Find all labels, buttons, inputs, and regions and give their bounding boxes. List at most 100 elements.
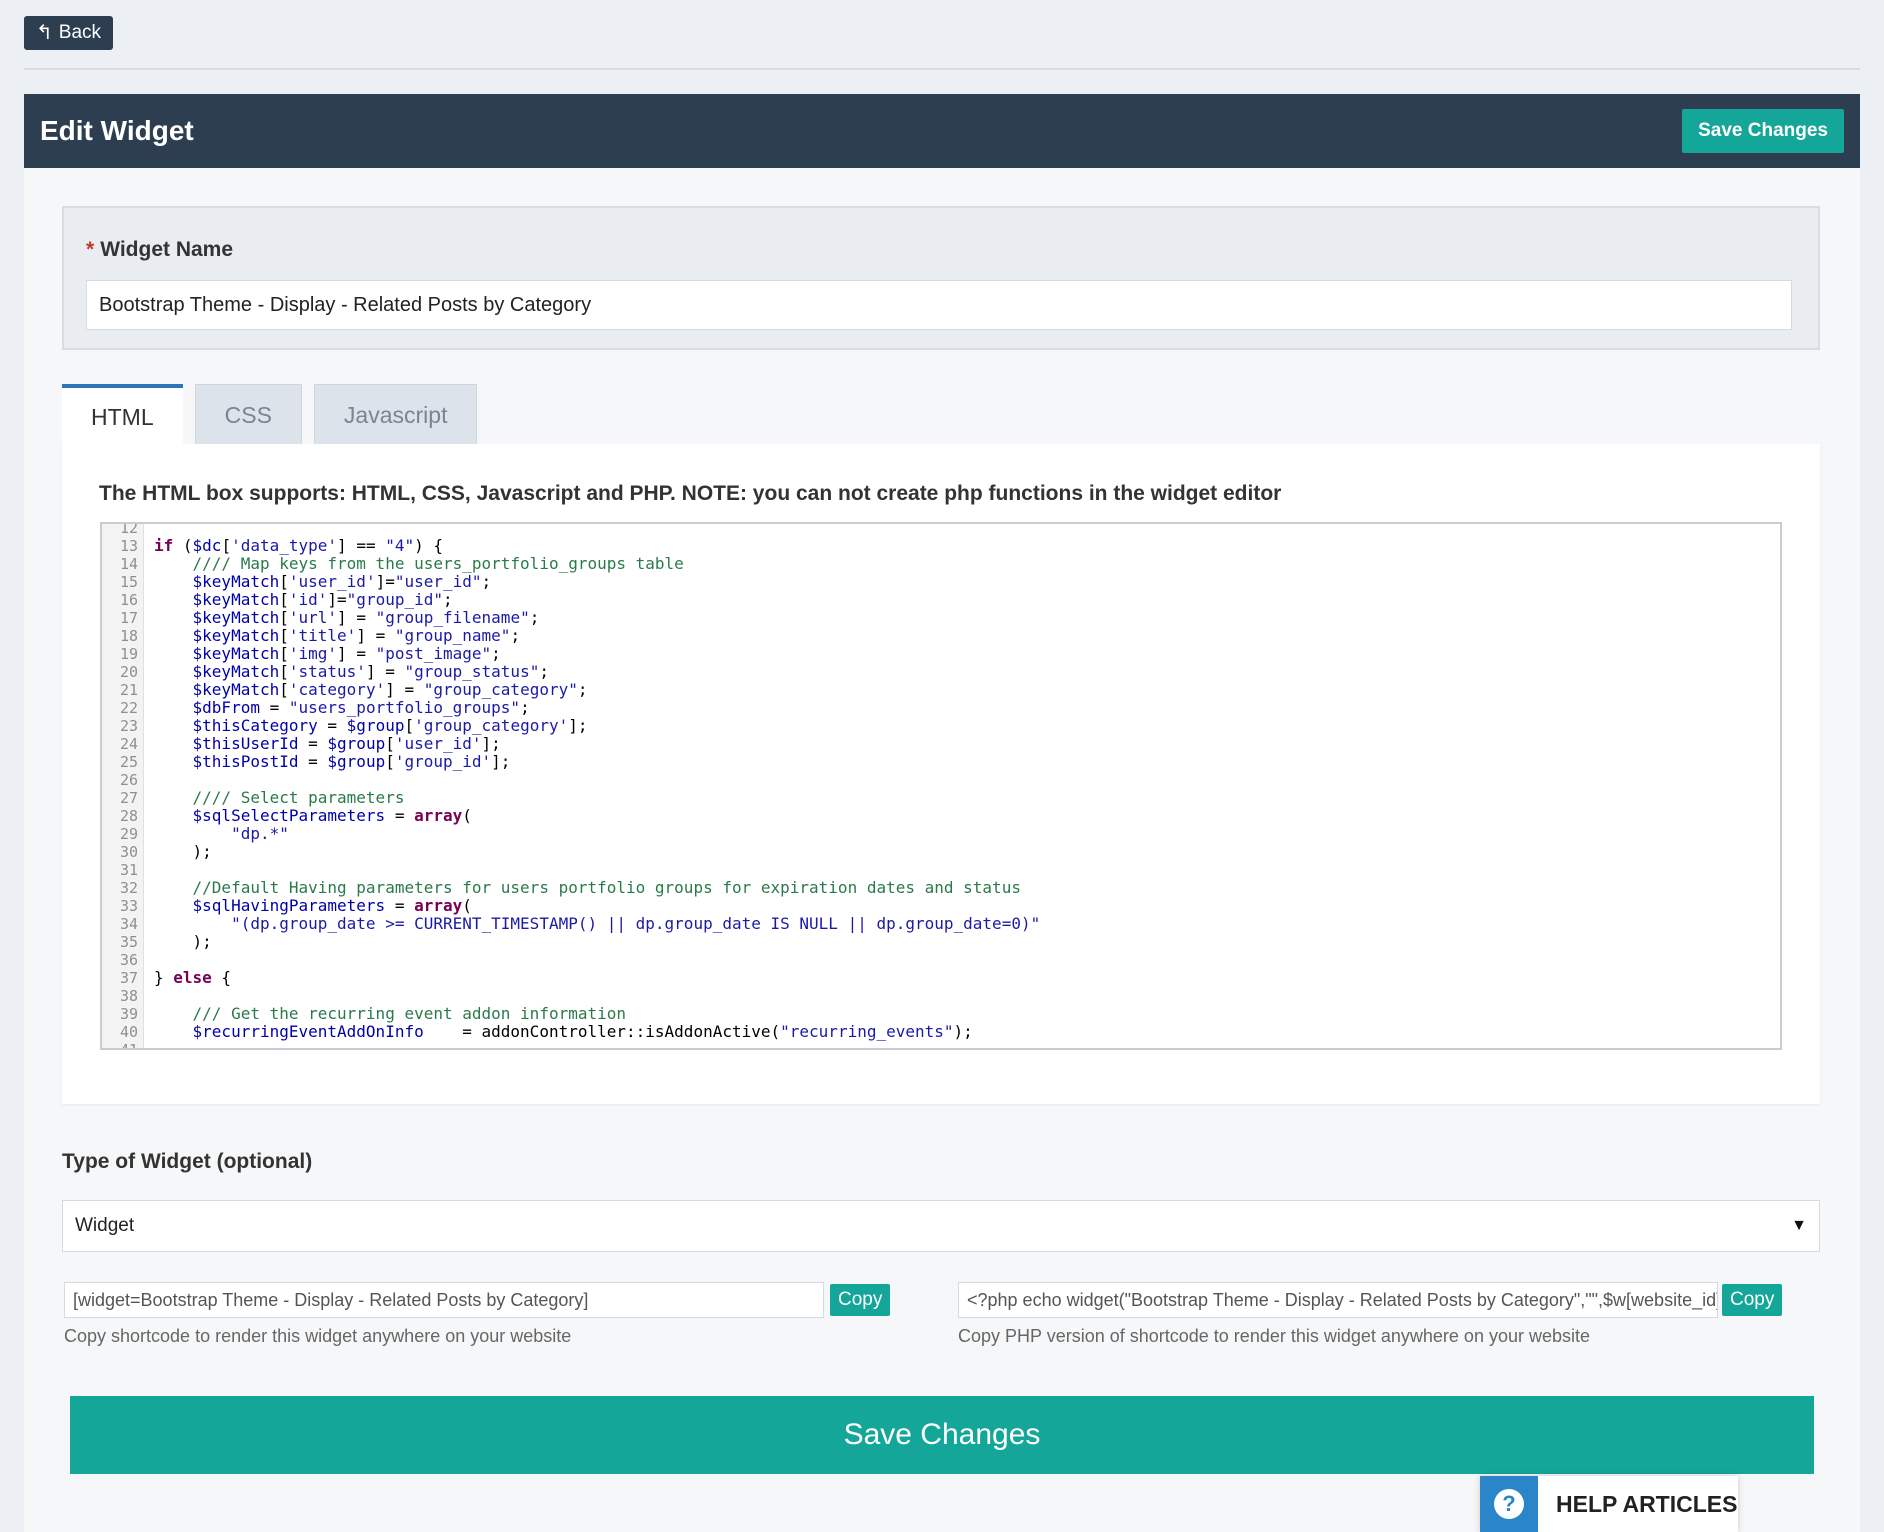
divider [24,68,1860,70]
code-line: 24 $thisUserId = $group['user_id']; [102,735,1780,754]
line-number: 26 [119,771,138,789]
line-number: 38 [119,987,138,1005]
code-line: 29 "dp.*" [102,824,1780,844]
code-line: 15 $keyMatch['user_id']="user_id"; [102,573,1780,592]
question-icon: ? [1494,1489,1524,1519]
code-text: $keyMatch['category'] = "group_category"… [192,680,588,699]
line-number: 24 [119,735,138,753]
code-line: 36 [102,951,1780,969]
tab-css[interactable]: CSS [194,384,302,446]
line-number: 14 [119,555,138,573]
code-line: 19 $keyMatch['img'] = "post_image"; [102,644,1780,664]
line-number: 28 [119,807,138,825]
copy-shortcode-button[interactable]: Copy [830,1284,891,1316]
code-lines: 12 13 if ($dc['data_type'] == "4") {14 ///… [102,524,1780,1050]
code-text: $dbFrom = "users_portfolio_groups"; [192,698,530,717]
header-save-button[interactable]: Save Changes [1682,109,1844,153]
code-text: $recurringEventAddOnInfo = addonControll… [192,1022,973,1041]
line-number: 34 [119,915,138,933]
line-number: 33 [119,897,138,915]
line-number: 36 [119,951,138,969]
code-line: 22 $dbFrom = "users_portfolio_groups"; [102,698,1780,718]
code-text: $thisPostId = $group['group_id']; [192,752,511,771]
widget-name-input[interactable]: Bootstrap Theme - Display - Related Post… [86,280,1792,330]
code-line: 30 ); [102,843,1780,862]
shortcode-input[interactable]: [widget=Bootstrap Theme - Display - Rela… [64,1282,824,1318]
widget-type-select[interactable]: Widget ▼ [62,1200,1820,1252]
code-text: $keyMatch['status'] = "group_status"; [192,662,549,681]
code-text: $keyMatch['img'] = "post_image"; [192,644,501,663]
php-shortcode-help: Copy PHP version of shortcode to render … [958,1326,1591,1346]
code-line: 12 [102,524,1780,537]
code-line: 39 /// Get the recurring event addon inf… [102,1004,1780,1024]
widget-name-section: * Widget Name Bootstrap Theme - Display -… [62,206,1820,350]
code-text: "(dp.group_date >= CURRENT_TIMESTAMP() |… [231,914,1041,933]
html-editor-card: The HTML box supports: HTML, CSS, Javasc… [62,444,1820,1104]
code-line: 34 "(dp.group_date >= CURRENT_TIMESTAMP(… [102,914,1780,934]
help-icon-wrap: ? [1480,1476,1538,1532]
shortcode-help: Copy shortcode to render this widget any… [64,1326,572,1346]
line-number: 37 [119,969,138,987]
back-button[interactable]: ↰ Back [24,16,114,50]
code-line: 13 if ($dc['data_type'] == "4") { [102,536,1780,556]
line-number: 15 [119,573,138,591]
code-text: "dp.*" [231,824,289,843]
code-text: } else { [154,968,232,987]
caret-down-icon: ▼ [1791,1217,1807,1234]
code-text: $keyMatch['url'] = "group_filename"; [192,608,540,627]
code-line: 20 $keyMatch['status'] = "group_status"; [102,662,1780,682]
back-label: Back [58,22,102,43]
save-changes-button[interactable]: Save Changes [70,1396,1814,1474]
code-line: 14 //// Map keys from the users_portfoli… [102,555,1780,574]
code-text: /// Get the recurring event addon inform… [192,1004,627,1023]
line-number: 41 [119,1041,138,1050]
php-shortcode-input[interactable]: <?php echo widget("Bootstrap Theme - Dis… [958,1282,1718,1318]
widget-type-value: Widget [75,1215,135,1236]
help-articles-widget[interactable]: ? HELP ARTICLES [1480,1476,1738,1532]
line-number: 32 [119,879,138,897]
code-text: //// Select parameters [192,788,405,807]
tab-html[interactable]: HTML [62,384,183,446]
code-text: $keyMatch['id']="group_id"; [192,590,453,609]
line-number: 19 [119,645,138,663]
panel-header: Edit Widget Save Changes [24,94,1860,168]
code-line: 27 //// Select parameters [102,788,1780,808]
widget-name-label: * Widget Name [86,238,234,261]
line-number: 25 [119,753,138,771]
code-line: 25 $thisPostId = $group['group_id']; [102,752,1780,772]
editor-note: The HTML box supports: HTML, CSS, Javasc… [99,482,1282,505]
code-text: if ($dc['data_type'] == "4") { [154,536,444,555]
line-number: 22 [119,699,138,717]
widget-type-label: Type of Widget (optional) [62,1150,313,1173]
copy-php-shortcode-button[interactable]: Copy [1722,1284,1783,1316]
code-line: 21 $keyMatch['category'] = "group_catego… [102,680,1780,700]
code-line: 32 //Default Having parameters for users… [102,878,1780,898]
code-editor[interactable]: 12 13 if ($dc['data_type'] == "4") {14 ///… [100,522,1782,1050]
code-line: 40 $recurringEventAddOnInfo = addonContr… [102,1022,1780,1042]
code-text: $sqlSelectParameters = array( [192,806,472,825]
required-mark: * [86,238,95,261]
line-number: 13 [119,537,138,555]
code-line: 37 } else { [102,968,1780,988]
code-line: 17 $keyMatch['url'] = "group_filename"; [102,608,1780,628]
code-text: $thisCategory = $group['group_category']… [192,716,588,735]
code-line: 18 $keyMatch['title'] = "group_name"; [102,626,1780,646]
code-line: 38 [102,987,1780,1005]
code-text: //Default Having parameters for users po… [192,878,1021,897]
code-text: $keyMatch['title'] = "group_name"; [192,626,521,645]
line-number: 18 [119,627,138,645]
tab-javascript[interactable]: Javascript [313,384,478,446]
reply-arrow-icon: ↰ [36,22,53,44]
code-line: 26 [102,771,1780,789]
line-number: 21 [119,681,138,699]
line-number: 31 [119,861,138,879]
line-number: 35 [119,933,138,951]
page-title: Edit Widget [40,115,194,146]
line-number: 39 [119,1005,138,1023]
